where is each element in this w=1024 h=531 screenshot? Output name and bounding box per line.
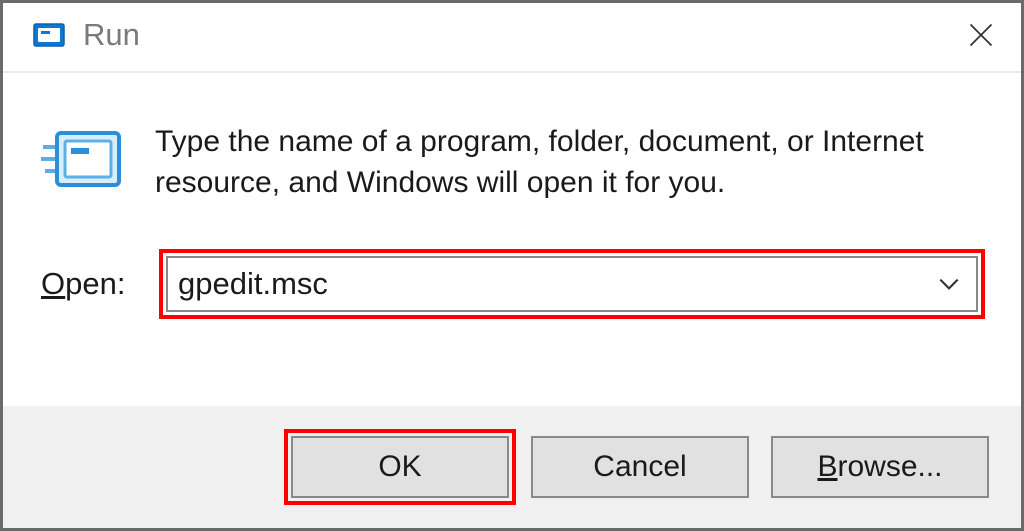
titlebar: Run	[3, 3, 1021, 73]
chevron-down-icon[interactable]	[936, 271, 962, 297]
button-bar: OK Cancel Browse...	[3, 406, 1021, 528]
open-combobox[interactable]	[166, 256, 978, 312]
cancel-button[interactable]: Cancel	[531, 436, 749, 498]
open-label: Open:	[41, 266, 159, 302]
open-input[interactable]	[178, 266, 936, 302]
browse-button[interactable]: Browse...	[771, 436, 989, 498]
close-icon	[967, 21, 995, 49]
ok-button[interactable]: OK	[291, 436, 509, 498]
description-text: Type the name of a program, folder, docu…	[155, 115, 985, 204]
window-title: Run	[83, 17, 959, 53]
info-row: Type the name of a program, folder, docu…	[41, 115, 985, 207]
open-combo-highlight	[159, 249, 985, 319]
run-icon-small	[31, 17, 67, 53]
open-row: Open:	[41, 249, 985, 319]
close-button[interactable]	[959, 13, 1003, 57]
run-icon-large	[41, 119, 129, 207]
dialog-content: Type the name of a program, folder, docu…	[3, 73, 1021, 319]
